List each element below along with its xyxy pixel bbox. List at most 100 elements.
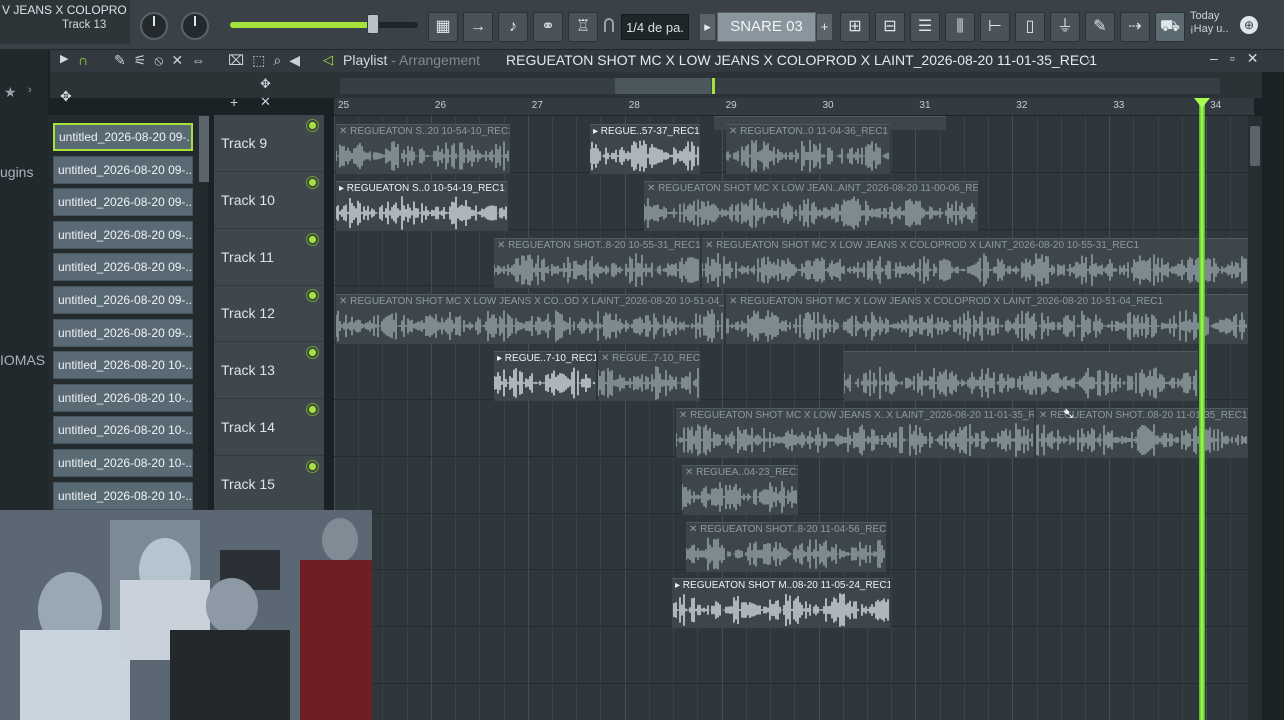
audio-clip[interactable]: ✕ REGUEA..04-23_REC1 (682, 464, 798, 515)
picker-clip-item[interactable]: untitled_2026-08-20 09-.. (53, 123, 193, 151)
picker-clip-item[interactable]: untitled_2026-08-20 09-.. (53, 286, 193, 314)
ruler-bar-number: 32 (1016, 100, 1028, 111)
browser-plugins-label[interactable]: ugins (0, 164, 33, 180)
right-edge (1262, 72, 1284, 720)
track-header[interactable]: Track 10 (214, 172, 324, 229)
fl-studio-window: V JEANS X COLOPRO Track 13 ▦ → ♪ ⚭ ♖ 1/4… (0, 0, 1284, 720)
audio-clip[interactable]: ✕ REGUEATON SHOT MC X LOW JEANS X..X LAI… (676, 408, 1034, 458)
track-headers: Track 9 Track 10 Track 11 Track 12 Track 13 T… (214, 115, 324, 520)
track-mute-led[interactable] (307, 120, 318, 131)
audio-clip[interactable]: ✕ REGUEATON SHOT MC X LOW JEANS X CO..OD… (336, 294, 724, 345)
overview-scroll-thumb[interactable] (615, 78, 711, 94)
playlist-grid[interactable]: ✕ REGUEATON S..20 10-54-10_REC1 ▸ REGUE..… (334, 116, 1248, 720)
audio-clip[interactable]: ✕ REGUEATON SHOT MC X LOW JEANS X COLOPR… (702, 237, 1248, 288)
playlist-tools-icons-2[interactable]: ⌧⬚⌕◀ (228, 52, 308, 69)
master-volume-slider[interactable] (230, 14, 418, 34)
audio-clip-label: ✕ REGUEA..04-23_REC1 (685, 466, 798, 478)
pattern-prev-button[interactable]: ▸ (700, 14, 715, 40)
playlist-vertical-scrollbar[interactable] (1248, 116, 1262, 720)
track-mute-led[interactable] (307, 176, 318, 188)
picker-clip-item[interactable]: untitled_2026-08-20 10-.. (53, 351, 193, 380)
file-icon[interactable]: ▯ (1015, 12, 1045, 42)
magnet-icon[interactable]: ∩ (78, 52, 88, 68)
playlist-view-icon[interactable]: ⊞ (840, 12, 870, 42)
mixer-icon[interactable]: ⫼ (945, 12, 975, 42)
track-header[interactable]: Track 13 (214, 342, 324, 400)
audio-clip[interactable]: ▸ REGUEATON SHOT M..08-20 11-05-24_REC1 (672, 578, 890, 629)
playlist-tools-icons[interactable]: ✎⚟⦸✕⇔ (114, 52, 213, 69)
overview-scrollbar[interactable] (340, 78, 1220, 94)
playlist-current-file: REGUEATON SHOT MC X LOW JEANS X COLOPROD… (506, 52, 1098, 68)
picker-clip-item[interactable]: untitled_2026-08-20 10-.. (53, 416, 193, 445)
step-edit-arrow-icon[interactable]: → (463, 12, 493, 42)
track-header[interactable]: Track 9 (214, 115, 324, 172)
track-header[interactable]: Track 12 (214, 285, 324, 343)
picker-clip-item[interactable]: untitled_2026-08-20 09-.. (53, 220, 193, 249)
track-header[interactable]: Track 11 (214, 229, 324, 286)
playhead-marker[interactable] (1194, 98, 1210, 108)
audio-clip[interactable]: ▸ REGUEATON S..0 10-54-19_REC1 (336, 180, 508, 231)
pattern-add-button[interactable]: + (817, 14, 832, 40)
add-track-icon[interactable]: + (230, 94, 238, 110)
track-mute-led[interactable] (307, 233, 318, 245)
picker-clip-item[interactable]: untitled_2026-08-20 10-.. (53, 383, 193, 412)
audio-clip[interactable]: ✕ REGUEATON SHOT MC X LOW JEAN..AINT_202… (644, 180, 978, 231)
playlist-mode[interactable]: Arrangement (399, 52, 480, 68)
picker-header-icon[interactable]: ✥ (60, 88, 72, 105)
audio-clip[interactable]: ▸ REGUE..7-10_REC1 (494, 351, 596, 402)
master-volume-knob[interactable] (181, 12, 209, 40)
vertical-scroll-thumb[interactable] (1250, 126, 1260, 166)
picker-scrollbar[interactable] (199, 116, 209, 182)
globe-icon[interactable]: ⊕ (1240, 16, 1258, 34)
remove-track-icon[interactable]: ✕ (260, 94, 271, 110)
playlist-menu-arrow-icon[interactable]: ▶ (60, 52, 68, 65)
audio-clip[interactable] (844, 351, 1198, 402)
plugin-plug-icon[interactable]: ⏚ (1050, 12, 1080, 42)
picker-clip-item[interactable]: untitled_2026-08-20 09-.. (53, 318, 193, 347)
tools-icon[interactable]: ✎ (1085, 12, 1115, 42)
audio-clip[interactable]: ▸ REGUE..57-37_REC1 (590, 124, 700, 174)
track-mute-led[interactable] (307, 404, 318, 415)
shop-cart-icon[interactable]: ⛟ (1155, 12, 1185, 42)
audio-clip[interactable]: ✕ REGUEATON SHOT..8-20 11-04-56_REC1 (686, 521, 886, 572)
browser-arrow-icon[interactable]: › (28, 84, 32, 96)
audio-clip-label: ✕ REGUEATON SHOT MC X LOW JEAN..AINT_202… (647, 182, 978, 194)
song-title: V JEANS X COLOPRO (2, 3, 127, 17)
playhead[interactable] (1199, 98, 1205, 720)
picker-clip-item[interactable]: untitled_2026-08-20 09-.. (53, 155, 193, 184)
master-volume-thumb[interactable] (366, 14, 379, 34)
timeline-ruler[interactable]: 25 26 27 28 29 30 31 32 33 34 (334, 98, 1254, 116)
typing-keyboard-icon[interactable]: ▦ (428, 12, 458, 42)
track-mute-led[interactable] (307, 290, 318, 302)
audio-clip[interactable]: ✕ REGUEATON SHOT MC X LOW JEANS X COLOPR… (726, 294, 1248, 345)
audio-clip[interactable]: ✕ REGUEATON S..20 10-54-10_REC1 (336, 124, 510, 174)
track-header[interactable]: Track 15 (214, 456, 324, 513)
main-toolbar: V JEANS X COLOPRO Track 13 ▦ → ♪ ⚭ ♖ 1/4… (0, 0, 1284, 50)
recording-icon[interactable]: ♪ (498, 12, 528, 42)
pattern-selector[interactable]: SNARE 03 (717, 12, 816, 42)
picker-clip-item[interactable]: untitled_2026-08-20 10-.. (53, 449, 193, 477)
audio-clip[interactable]: ✕ REGUEATON SHOT..8-20 10-55-31_REC1 (494, 237, 700, 288)
browser-icon[interactable]: ⊢ (980, 12, 1010, 42)
picker-clip-item[interactable]: untitled_2026-08-20 10-.. (53, 481, 193, 510)
channel-rack-icon[interactable]: ☰ (910, 12, 940, 42)
track-mute-led[interactable] (307, 347, 318, 359)
master-pitch-knob[interactable] (140, 12, 168, 40)
export-icon[interactable]: ⇢ (1120, 12, 1150, 42)
browser-folder-label[interactable]: IOMAS (0, 352, 45, 368)
audio-clip[interactable]: ✕ REGUEATON..0 11-04-36_REC1 (726, 124, 890, 174)
star-icon[interactable]: ★ (4, 84, 17, 101)
metronome-icon[interactable]: ♖ (568, 12, 598, 42)
window-controls[interactable]: –▫✕ (1210, 50, 1270, 67)
link-icon[interactable]: ⚭ (533, 12, 563, 42)
track-mute-led[interactable] (307, 460, 318, 472)
piano-roll-icon[interactable]: ⊟ (875, 12, 905, 42)
news-panel[interactable]: Today ¡Hay u.. (1190, 10, 1229, 36)
picker-clip-item[interactable]: untitled_2026-08-20 09-.. (53, 188, 193, 217)
track-header[interactable]: Track 14 (214, 399, 324, 456)
track-height-icon[interactable]: ✥ (260, 76, 271, 92)
picker-clip-item[interactable]: untitled_2026-08-20 09-.. (53, 253, 193, 282)
audio-clip[interactable]: ✕ REGUE..7-10_REC1 (598, 351, 700, 402)
snap-selector[interactable]: 1/4 de pa. (621, 14, 689, 40)
audio-clip-label: ✕ REGUEATON..0 11-04-36_REC1 (729, 126, 888, 137)
